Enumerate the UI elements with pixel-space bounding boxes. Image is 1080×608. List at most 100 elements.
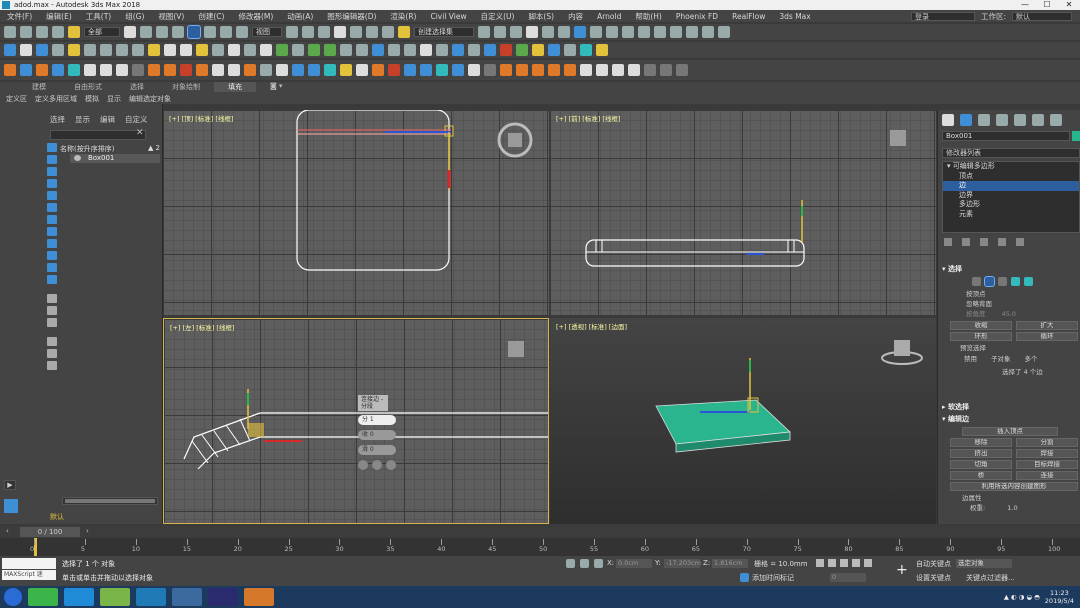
tb3-icon-18[interactable] xyxy=(276,64,288,76)
tb3-icon-13[interactable] xyxy=(196,64,208,76)
filter-containers-icon[interactable] xyxy=(47,251,57,260)
connect-button[interactable]: 连接 xyxy=(1016,471,1078,480)
ribbon-display[interactable]: 显示 xyxy=(107,94,121,104)
funnel-2-icon[interactable] xyxy=(47,349,57,358)
fire2-icon[interactable] xyxy=(164,64,176,76)
tb3-icon-16[interactable] xyxy=(244,64,256,76)
menu-civil-view[interactable]: Civil View xyxy=(423,12,473,21)
object-name-field[interactable]: Box001 xyxy=(942,131,1070,141)
tb3-icon-33[interactable] xyxy=(516,64,528,76)
menu-tools[interactable]: 工具(T) xyxy=(79,11,118,22)
tb2-icon-19[interactable] xyxy=(292,44,304,56)
preview-subobject-radio[interactable]: 子对象 xyxy=(991,353,1011,363)
modifier-list-dropdown[interactable]: 修改器列表 xyxy=(942,148,1080,158)
select-by-name-icon[interactable] xyxy=(140,26,152,38)
tb2-icon-22[interactable] xyxy=(340,44,352,56)
tray-icons[interactable]: ▲ ◐ ◑ ◒ ◓ xyxy=(1004,593,1040,601)
tb2-icon-1[interactable] xyxy=(4,44,16,56)
stop-icon[interactable] xyxy=(116,64,128,76)
env-icon[interactable] xyxy=(686,26,698,38)
tb3-icon-20[interactable] xyxy=(308,64,320,76)
tb2-icon-4[interactable] xyxy=(52,44,64,56)
filter-all-icon[interactable] xyxy=(47,294,57,303)
scene-tab-edit[interactable]: 编辑 xyxy=(100,114,115,125)
window-crossing-icon[interactable] xyxy=(172,26,184,38)
tb2-icon-36[interactable] xyxy=(564,44,576,56)
configure-sets-icon[interactable] xyxy=(1016,238,1024,246)
menu-realflow[interactable]: RealFlow xyxy=(725,12,772,21)
tb2-icon-14[interactable] xyxy=(212,44,224,56)
tb3-icon-37[interactable] xyxy=(580,64,592,76)
ribbon-tab-selection[interactable]: 选择 xyxy=(116,82,158,92)
tb3-icon-35[interactable] xyxy=(548,64,560,76)
prev-key-icon[interactable] xyxy=(828,559,836,567)
placement-icon[interactable] xyxy=(236,26,248,38)
preview-multi-radio[interactable]: 多个 xyxy=(1025,353,1038,363)
filter-hidden-icon[interactable] xyxy=(47,275,57,284)
pin-stack-icon[interactable] xyxy=(944,238,952,246)
tb2-icon-18[interactable] xyxy=(276,44,288,56)
tb2-icon-10[interactable] xyxy=(148,44,160,56)
selection-filter-dropdown[interactable]: 全部 xyxy=(84,27,120,37)
menu-graph-editors[interactable]: 图形编辑器(D) xyxy=(320,11,383,22)
unlink-icon[interactable] xyxy=(52,26,64,38)
tb2-icon-23[interactable] xyxy=(356,44,368,56)
stack-item-element[interactable]: 元素 xyxy=(943,210,1079,220)
modify-tab-icon[interactable] xyxy=(960,114,972,126)
edge-mode-icon[interactable] xyxy=(984,276,995,287)
tb3-icon-31[interactable] xyxy=(484,64,496,76)
menu-arnold[interactable]: Arnold xyxy=(590,12,628,21)
filter-geometry-icon[interactable] xyxy=(47,143,57,152)
manipulate-icon[interactable] xyxy=(302,26,314,38)
vray-icon[interactable] xyxy=(718,26,730,38)
lock-icon[interactable] xyxy=(580,559,589,568)
undo-icon[interactable] xyxy=(4,26,16,38)
reference-coord-dropdown[interactable]: 视图 xyxy=(252,27,282,37)
create-shape-button[interactable]: 利用所选内容创建图形 xyxy=(950,482,1078,491)
browser-app-icon[interactable] xyxy=(64,588,94,606)
bridge-button[interactable]: 桥 xyxy=(950,471,1012,480)
caddy-cancel-icon[interactable] xyxy=(386,460,396,470)
tb3-icon-22[interactable] xyxy=(340,64,352,76)
menu-customize[interactable]: 自定义(U) xyxy=(474,11,522,22)
ribbon-tab-object-paint[interactable]: 对象绘制 xyxy=(158,82,214,92)
insert-vertex-button[interactable]: 插入顶点 xyxy=(962,427,1058,436)
polygon-mode-icon[interactable] xyxy=(1011,277,1020,286)
tb2-icon-21[interactable] xyxy=(324,44,336,56)
caddy-pinch-field[interactable]: 收 0 xyxy=(358,430,396,440)
ring-button[interactable]: 环形 xyxy=(950,332,1012,341)
maxscript-listener[interactable]: MAXScript 迷 xyxy=(2,558,56,580)
tb3-icon-2[interactable] xyxy=(20,64,32,76)
play-animation-icon[interactable] xyxy=(840,559,848,567)
start-button[interactable] xyxy=(4,588,22,606)
after-effects-app-icon[interactable] xyxy=(208,588,238,606)
viewport-front-label[interactable]: [+] [前] [标准] [线框] xyxy=(556,113,621,123)
tb3-icon-4[interactable] xyxy=(52,64,64,76)
stack-item-vertex[interactable]: 顶点 xyxy=(943,172,1079,182)
menu-content[interactable]: 内容 xyxy=(561,11,590,22)
tb3-icon-34[interactable] xyxy=(532,64,544,76)
tb3-icon-15[interactable] xyxy=(228,64,240,76)
render-iterative-icon[interactable] xyxy=(638,26,650,38)
curve-editor-icon[interactable] xyxy=(542,26,554,38)
teapot-icon[interactable] xyxy=(670,26,682,38)
tb3-icon-29[interactable] xyxy=(452,64,464,76)
menu-modifiers[interactable]: 修改器(M) xyxy=(231,11,280,22)
select-rotate-icon[interactable] xyxy=(204,26,216,38)
tb3-icon-32[interactable] xyxy=(500,64,512,76)
ribbon-define-area[interactable]: 定义区 xyxy=(6,94,27,104)
filter-warps-icon[interactable] xyxy=(47,203,57,212)
tb2-icon-15[interactable] xyxy=(228,44,240,56)
ribbon-tab-modeling[interactable]: 建模 xyxy=(18,82,60,92)
app-icon-3[interactable] xyxy=(100,588,130,606)
wechat-app-icon[interactable] xyxy=(28,588,58,606)
menu-scripting[interactable]: 脚本(S) xyxy=(521,11,561,22)
show-end-result-icon[interactable] xyxy=(962,238,970,246)
close-icon[interactable]: ✕ xyxy=(136,128,144,138)
layer-tile-icon[interactable] xyxy=(4,499,18,513)
menu-help[interactable]: 帮助(H) xyxy=(628,11,669,22)
tb3-icon-23[interactable] xyxy=(356,64,368,76)
key-filters-button[interactable]: 关键点过滤器... xyxy=(966,573,1015,583)
set-key-button[interactable]: 设置关键点 xyxy=(916,573,951,583)
maximize-button[interactable]: ☐ xyxy=(1036,0,1058,10)
